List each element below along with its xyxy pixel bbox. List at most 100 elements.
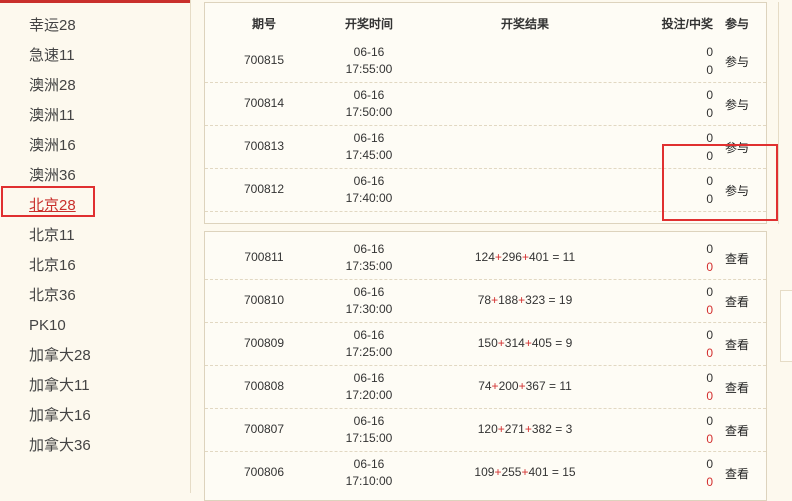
view-button[interactable]: 查看: [713, 422, 761, 439]
result-number-2: 296: [501, 250, 522, 264]
bet-win: 00: [635, 283, 713, 319]
draw-clock: 17:25:00: [345, 345, 393, 359]
sidebar-item-jianada11[interactable]: 加拿大11: [0, 371, 190, 401]
bet-win: 00: [635, 43, 713, 79]
view-button[interactable]: 查看: [713, 250, 761, 267]
draw-clock: 17:10:00: [345, 474, 393, 488]
draw-date: 06-16: [353, 328, 385, 342]
participate-button[interactable]: 参与: [713, 139, 761, 156]
header-period: 期号: [251, 17, 276, 31]
result-sum: 3: [565, 422, 573, 436]
table-row: 700809 06-16 17:25:00 150+314+405 = 9 00 …: [205, 322, 766, 366]
period-id: 700813: [243, 139, 285, 153]
table-row: 700815 06-16 17:55:00 00 参与: [205, 39, 766, 83]
draw-date: 06-16: [353, 88, 385, 102]
sidebar-item-pk10[interactable]: PK10: [0, 311, 190, 341]
bet-amount: 0: [706, 371, 713, 385]
bet-win: 00: [635, 240, 713, 276]
result-number-3: 367: [525, 379, 546, 393]
draw-date: 06-16: [353, 242, 385, 256]
win-amount: 0: [706, 303, 713, 317]
result-number-2: 188: [498, 293, 519, 307]
bet-amount: 0: [706, 328, 713, 342]
result-number-1: 120: [477, 422, 498, 436]
bet-amount: 0: [706, 242, 713, 256]
sidebar-item-jisu11[interactable]: 急速11: [0, 41, 190, 71]
result-sum: 19: [558, 293, 573, 307]
period-id: 700807: [243, 422, 285, 436]
draw-time: 06-16 17:55:00: [323, 44, 415, 78]
sidebar-item-jianada36[interactable]: 加拿大36: [0, 431, 190, 461]
draw-date: 06-16: [353, 285, 385, 299]
bet-win: 00: [635, 412, 713, 448]
draw-clock: 17:20:00: [345, 388, 393, 402]
participate-button[interactable]: 参与: [713, 53, 761, 70]
participate-button[interactable]: 参与: [713, 96, 761, 113]
view-button[interactable]: 查看: [713, 465, 761, 482]
period-id: 700808: [243, 379, 285, 393]
period-id: 700815: [243, 53, 285, 67]
period-id: 700811: [244, 250, 284, 264]
sidebar-item-aozhou16[interactable]: 澳洲16: [0, 131, 190, 161]
pending-draws-panel: 期号 开奖时间 开奖结果 投注/中奖 参与 700815 06-16 17:55:…: [204, 2, 767, 224]
win-amount: 0: [706, 389, 713, 403]
draw-result: 124+296+401 = 11: [474, 250, 576, 264]
sidebar-item-beijing16[interactable]: 北京16: [0, 251, 190, 281]
bet-amount: 0: [706, 285, 713, 299]
bet-win: 00: [635, 86, 713, 122]
draw-clock: 17:50:00: [345, 105, 393, 119]
sidebar-item-beijing28[interactable]: 北京28: [0, 191, 190, 221]
view-button[interactable]: 查看: [713, 336, 761, 353]
draw-result: 109+255+401 = 15: [474, 465, 576, 479]
win-amount: 0: [706, 63, 713, 77]
result-number-2: 200: [498, 379, 519, 393]
result-sum: 15: [562, 465, 576, 479]
result-number-3: 401: [528, 250, 549, 264]
win-amount: 0: [706, 149, 713, 163]
sidebar-item-jianada16[interactable]: 加拿大16: [0, 401, 190, 431]
view-button[interactable]: 查看: [713, 293, 761, 310]
participate-button[interactable]: 参与: [713, 182, 761, 199]
draw-result: 78+188+323 = 19: [477, 293, 573, 307]
draw-time: 06-16 17:50:00: [323, 87, 415, 121]
period-id: 700812: [243, 182, 285, 196]
result-sum: 9: [565, 336, 573, 350]
sidebar: 幸运28 急速11 澳洲28 澳洲11 澳洲16 澳洲36 北京28 北京11 …: [0, 0, 191, 493]
draw-date: 06-16: [353, 131, 385, 145]
win-amount: 0: [706, 106, 713, 120]
draw-time: 06-16 17:15:00: [323, 413, 415, 447]
sidebar-item-beijing11[interactable]: 北京11: [0, 221, 190, 251]
period-id: 700814: [243, 96, 285, 110]
sidebar-item-aozhou11[interactable]: 澳洲11: [0, 101, 190, 131]
draw-clock: 17:40:00: [345, 191, 393, 205]
header-draw-time: 开奖时间: [344, 17, 393, 31]
table-row: 700811 06-16 17:35:00 124+296+401 = 11 00…: [205, 236, 766, 280]
sidebar-item-aozhou28[interactable]: 澳洲28: [0, 71, 190, 101]
table-row: 700813 06-16 17:45:00 00 参与: [205, 125, 766, 169]
result-number-1: 74: [478, 379, 492, 393]
sidebar-item-xingyun28[interactable]: 幸运28: [0, 11, 190, 41]
bet-amount: 0: [706, 414, 713, 428]
sidebar-item-aozhou36[interactable]: 澳洲36: [0, 161, 190, 191]
draw-time: 06-16 17:35:00: [323, 241, 415, 275]
table-row: 700810 06-16 17:30:00 78+188+323 = 19 00 …: [205, 279, 766, 323]
header-result: 开奖结果: [500, 17, 549, 31]
result-number-3: 405: [531, 336, 552, 350]
bet-win: 00: [635, 326, 713, 362]
bet-win: 00: [635, 129, 713, 165]
sidebar-item-beijing36[interactable]: 北京36: [0, 281, 190, 311]
bet-win: 00: [635, 455, 713, 491]
table-row: 700808 06-16 17:20:00 74+200+367 = 11 00 …: [205, 365, 766, 409]
header-action: 参与: [724, 17, 749, 31]
result-number-2: 255: [501, 465, 522, 479]
bet-win: 00: [635, 369, 713, 405]
win-amount: 0: [706, 432, 713, 446]
view-button[interactable]: 查看: [713, 379, 761, 396]
draw-time: 06-16 17:20:00: [323, 370, 415, 404]
lottery-list: 幸运28 急速11 澳洲28 澳洲11 澳洲16 澳洲36 北京28 北京11 …: [0, 11, 190, 461]
win-amount: 0: [706, 346, 713, 360]
table-row: 700814 06-16 17:50:00 00 参与: [205, 82, 766, 126]
period-id: 700806: [243, 465, 285, 479]
sidebar-item-jianada28[interactable]: 加拿大28: [0, 341, 190, 371]
bet-amount: 0: [706, 457, 713, 471]
